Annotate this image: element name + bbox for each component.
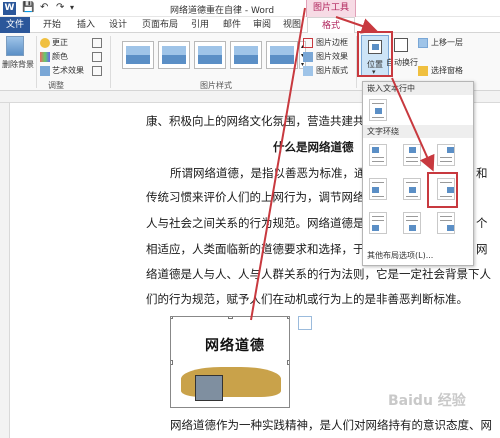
tab-format[interactable]: 格式 (307, 17, 355, 33)
position-bottom-right[interactable] (437, 212, 455, 234)
picture-tools-context-label: 图片工具 (306, 0, 356, 17)
remove-background-label[interactable]: 删除背景 (2, 59, 34, 70)
picture-layout-button[interactable]: 图片版式 (316, 65, 348, 76)
color-icon[interactable] (40, 52, 50, 62)
picture-style-2[interactable] (158, 41, 190, 69)
quick-access-menu-icon[interactable]: ▾ (70, 2, 74, 14)
picture-border-icon[interactable] (303, 38, 313, 48)
section-heading: 什么是网络道德 (273, 140, 354, 154)
layout-options-icon[interactable] (298, 316, 312, 330)
artistic-effects-icon[interactable] (40, 66, 50, 76)
picture-effects-button[interactable]: 图片效果 (316, 51, 348, 62)
with-text-wrapping-header: 文字环绕 (363, 125, 473, 138)
redo-icon[interactable]: ↷ (56, 2, 64, 14)
paragraph-line-1: 所谓网络道德，是指以善恶为标准，通 (170, 166, 366, 180)
tab-home[interactable]: 开始 (40, 17, 64, 33)
position-top-center[interactable] (403, 144, 421, 166)
tab-review[interactable]: 审阅 (250, 17, 274, 33)
tab-page-layout[interactable]: 页面布局 (138, 17, 182, 33)
picture-caption: 网络道德 (205, 338, 265, 354)
bottom-paragraph-line: 网络道德作为一种实践精神，是人们对网络持有的意识态度、网 (170, 418, 492, 432)
tab-file[interactable]: 文件 (0, 17, 30, 33)
artistic-effects-button[interactable]: 艺术效果 (52, 65, 84, 76)
picture-border-button[interactable]: 图片边框 (316, 37, 348, 48)
text-fragment-3: 网 (476, 242, 488, 256)
bring-forward-icon[interactable] (418, 38, 428, 48)
change-picture-icon[interactable] (92, 52, 102, 62)
picture-style-4[interactable] (230, 41, 262, 69)
tab-view[interactable]: 视图 (280, 17, 304, 33)
inline-with-text-header: 嵌入文本行中 (363, 82, 473, 95)
position-top-right[interactable] (437, 144, 455, 166)
text-fragment-2: 个 (476, 216, 488, 230)
tab-insert[interactable]: 插入 (74, 17, 98, 33)
position-top-left[interactable] (369, 144, 387, 166)
title-bar: W 💾 ↶ ↷ ▾ 网络道德重在自律 - Word 图片工具 (0, 0, 500, 17)
tab-references[interactable]: 引用 (188, 17, 212, 33)
reset-picture-icon[interactable] (92, 66, 102, 76)
picture-effects-icon[interactable] (303, 52, 313, 62)
word-app-icon: W (3, 2, 16, 15)
save-icon[interactable]: 💾 (22, 2, 34, 14)
more-layout-options-link[interactable]: 其他布局选项(L)... (367, 250, 433, 261)
position-middle-center[interactable] (403, 178, 421, 200)
picture-figure (195, 375, 223, 401)
vertical-ruler[interactable] (0, 103, 10, 438)
selection-pane-button[interactable]: 选择窗格 (431, 65, 463, 76)
color-button[interactable]: 颜色 (52, 51, 68, 62)
watermark: Baidu 经验 (388, 393, 466, 409)
wrap-text-icon[interactable] (394, 38, 408, 52)
picture-style-5[interactable] (266, 41, 298, 69)
text-line-1: 康、积极向上的网络文化氛围，营造共建共 (146, 114, 365, 128)
text-fragment-1: 和 (476, 166, 488, 180)
position-button-highlight (357, 31, 393, 77)
selected-picture[interactable]: 网络道德 (170, 316, 290, 408)
paragraph-line-6: 们的行为规范，赋予人们在动机或行为上的是非善恶判断标准。 (146, 292, 468, 306)
tab-design[interactable]: 设计 (106, 17, 130, 33)
position-bottom-left[interactable] (369, 212, 387, 234)
paragraph-line-3: 人与社会之间关系的行为规范。网络道德是 (146, 216, 365, 230)
corrections-icon[interactable] (40, 38, 50, 48)
paragraph-line-2: 传统习惯来评价人们的上网行为，调节网络 (146, 190, 365, 204)
paragraph-line-4: 相适应，人类面临新的道德要求和选择，于 (146, 242, 365, 256)
selection-pane-icon[interactable] (418, 66, 428, 76)
position-bottom-center[interactable] (403, 212, 421, 234)
middle-right-highlight (427, 172, 458, 208)
paragraph-line-5: 络道德是人与人、人与人群关系的行为法则，它是一定社会背景下人 (146, 267, 491, 281)
picture-style-1[interactable] (122, 41, 154, 69)
undo-icon[interactable]: ↶ (40, 2, 48, 14)
remove-background-icon[interactable] (6, 36, 24, 56)
ribbon-tabs: 文件 开始 插入 设计 页面布局 引用 邮件 审阅 视图 格式 (0, 17, 500, 33)
picture-styles-group-label: 图片样式 (200, 81, 232, 90)
picture-style-3[interactable] (194, 41, 226, 69)
adjust-group-label: 调整 (48, 81, 64, 90)
compress-pictures-icon[interactable] (92, 38, 102, 48)
corrections-button[interactable]: 更正 (52, 37, 68, 48)
window-title: 网络道德重在自律 - Word (170, 6, 275, 16)
tab-mailings[interactable]: 邮件 (220, 17, 244, 33)
bring-forward-button[interactable]: 上移一层 (431, 37, 463, 48)
picture-layout-icon[interactable] (303, 66, 313, 76)
position-inline-option[interactable] (369, 99, 387, 121)
position-middle-left[interactable] (369, 178, 387, 200)
